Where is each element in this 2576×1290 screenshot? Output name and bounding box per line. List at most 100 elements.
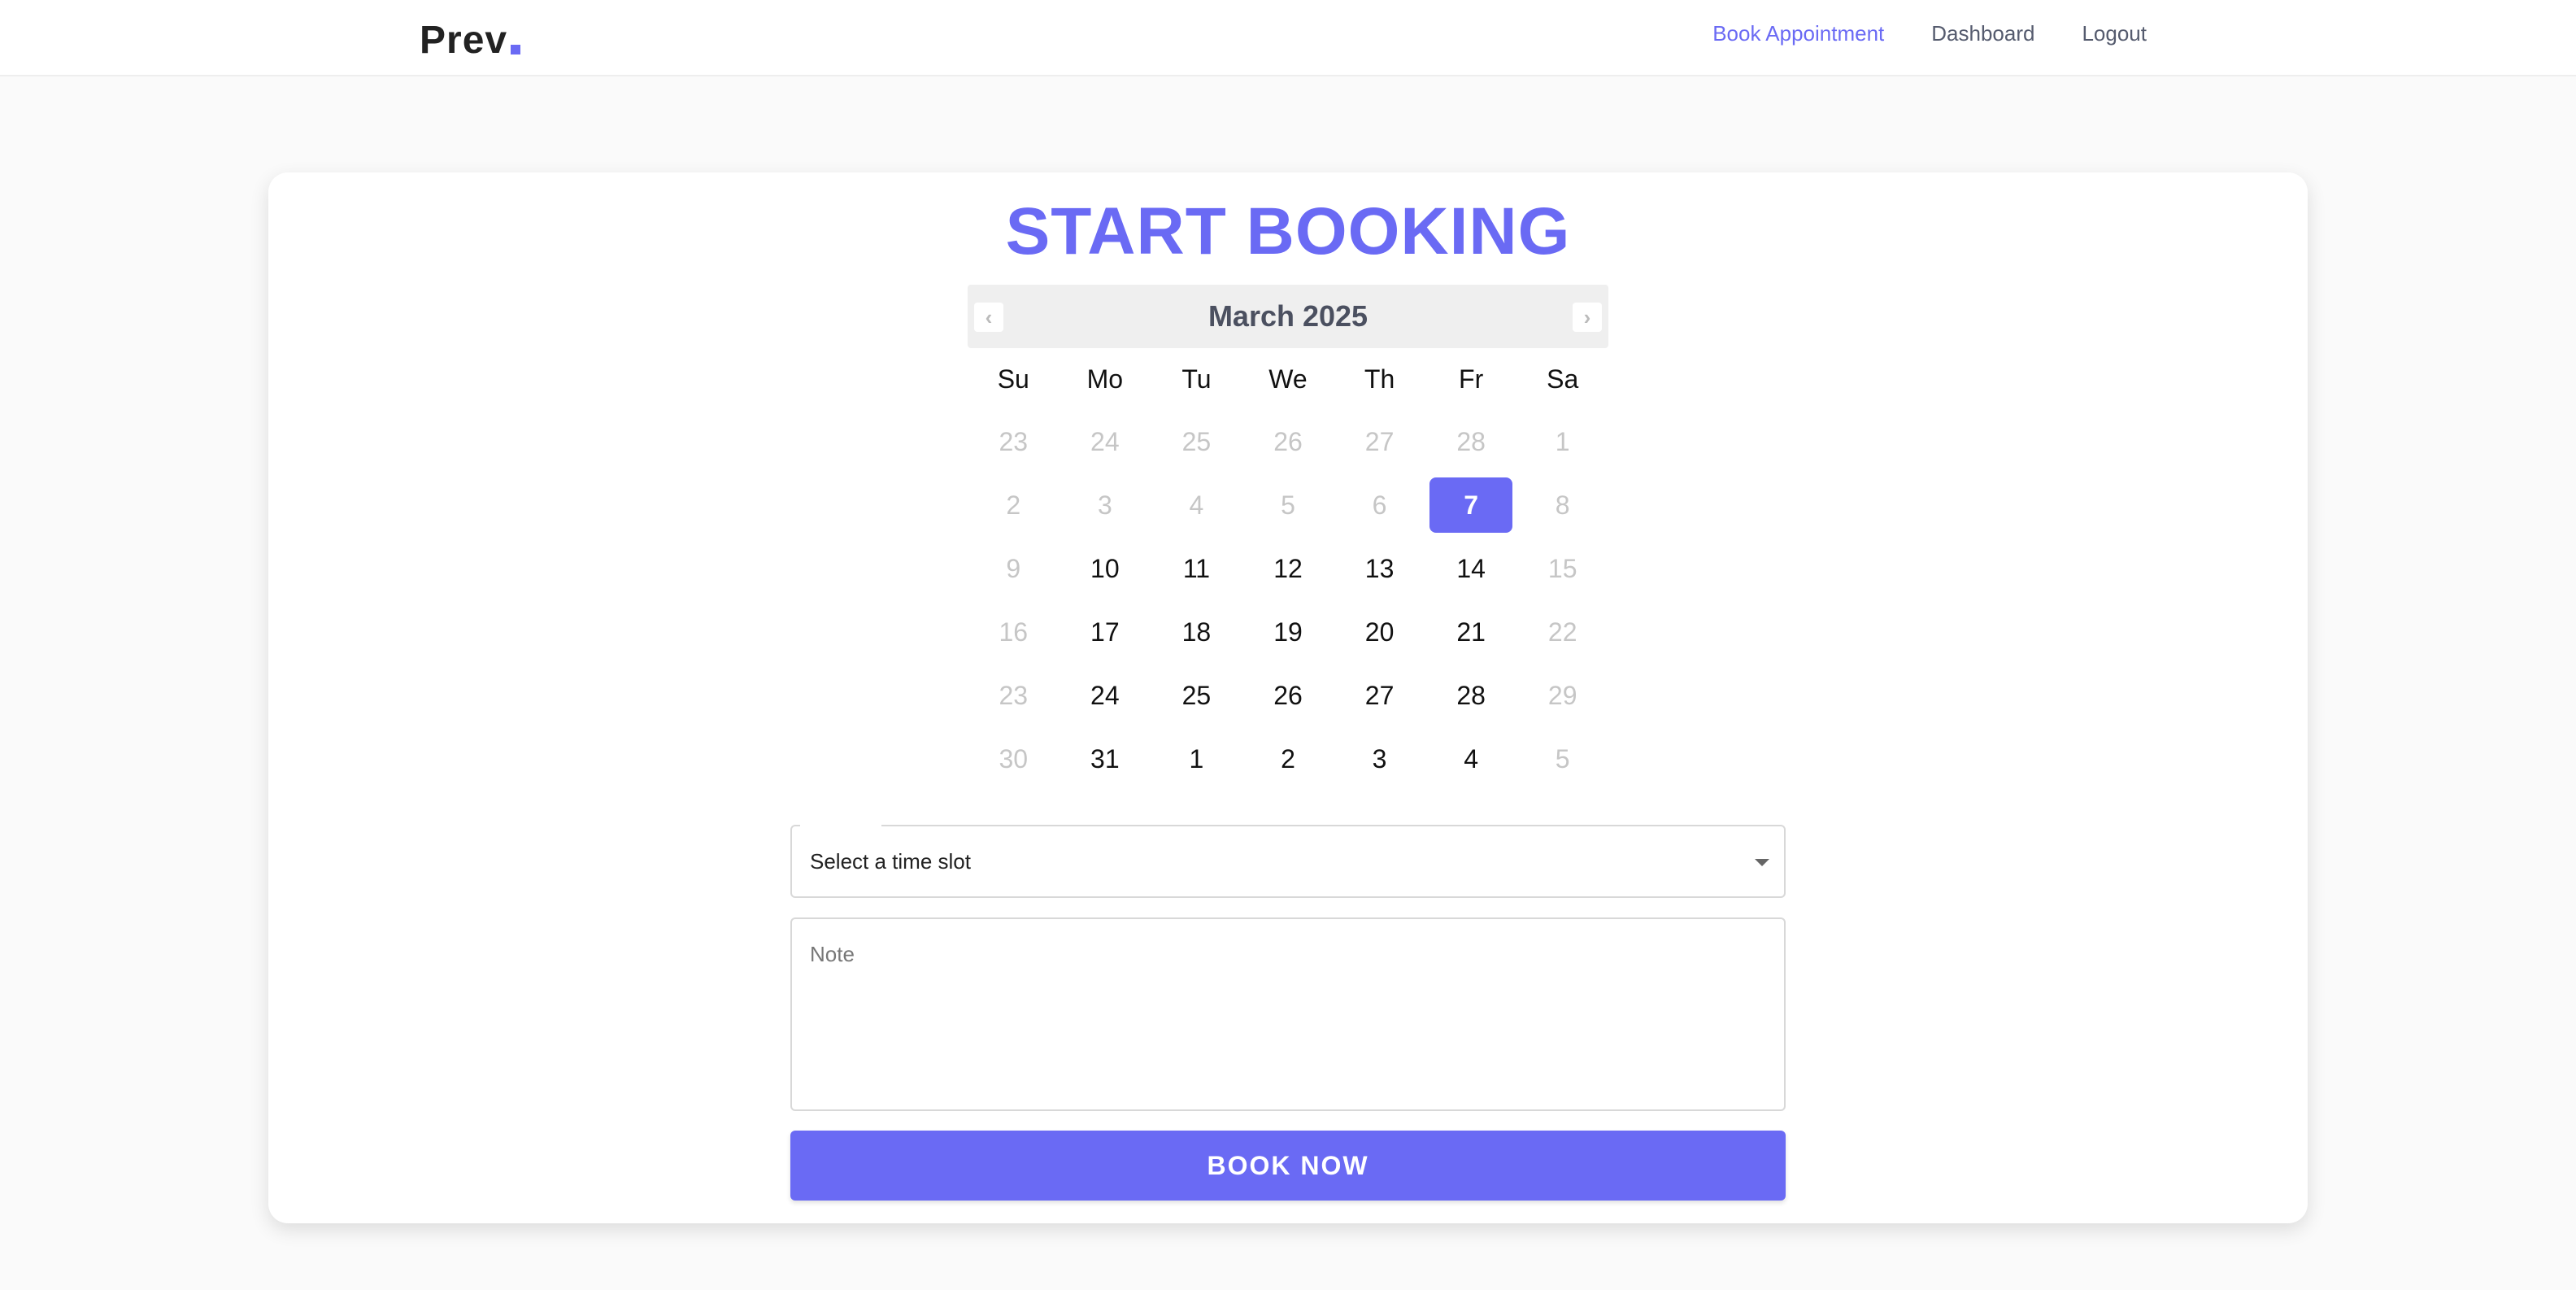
calendar-day[interactable]: 4	[1425, 727, 1517, 791]
calendar-day-number: 18	[1181, 617, 1212, 647]
calendar-day-number: 15	[1547, 553, 1577, 583]
calendar-day-number: 22	[1547, 617, 1577, 647]
weekday-label: Fr	[1459, 364, 1484, 394]
brand-name[interactable]: Prev	[420, 18, 507, 63]
calendar-day: 5	[1516, 727, 1608, 791]
weekday-label: Th	[1364, 364, 1395, 394]
weekday-label: We	[1268, 364, 1308, 394]
calendar-month-label: March 2025	[1208, 299, 1368, 333]
calendar-day-number: 14	[1456, 553, 1486, 583]
note-textarea[interactable]: Note	[790, 917, 1786, 1111]
calendar-day-number: 26	[1273, 426, 1303, 456]
calendar-day-number: 3	[1097, 490, 1112, 520]
calendar-day: 5	[1242, 473, 1334, 537]
calendar-day: 3	[1060, 473, 1151, 537]
note-placeholder: Note	[810, 942, 855, 966]
calendar-day-number: 10	[1090, 553, 1120, 583]
nav-dashboard[interactable]: Dashboard	[1931, 21, 2034, 46]
calendar-day-number: 24	[1090, 680, 1120, 710]
calendar-day: 1	[1516, 410, 1608, 473]
brand-logo[interactable]: Prev	[420, 18, 521, 63]
calendar-day[interactable]: 25	[1151, 664, 1242, 727]
calendar-day-number: 2	[1006, 490, 1021, 520]
calendar-day-number: 5	[1281, 490, 1295, 520]
calendar-day-number: 3	[1372, 743, 1387, 774]
calendar-day[interactable]: 3	[1334, 727, 1425, 791]
calendar-day[interactable]: 2	[1242, 727, 1334, 791]
calendar-day: 2	[968, 473, 1060, 537]
calendar-day: 23	[968, 664, 1060, 727]
weekday-label: Su	[997, 364, 1029, 394]
calendar-day[interactable]: 21	[1425, 600, 1517, 664]
calendar-day: 9	[968, 537, 1060, 600]
day-grid: 23 24 25 26 27 28 1 2 3 4 5 6 7 8 9 10 11 12 13 14 15 16 17 18 1…	[968, 410, 1608, 791]
calendar-day-number: 31	[1090, 743, 1120, 774]
calendar-day: 30	[968, 727, 1060, 791]
weekday-row: Su Mo Tu We Th Fr Sa	[968, 348, 1608, 410]
calendar-day-selected[interactable]: 7	[1425, 473, 1517, 537]
calendar-day-number: 13	[1364, 553, 1395, 583]
calendar-day-number: 17	[1090, 617, 1120, 647]
calendar-day: 27	[1334, 410, 1425, 473]
chevron-right-icon: ›	[1583, 304, 1591, 329]
calendar-day: 29	[1516, 664, 1608, 727]
calendar-day-number: 1	[1555, 426, 1570, 456]
prev-month-button[interactable]: ‹	[974, 303, 1003, 332]
caret-down-icon	[1755, 859, 1769, 866]
calendar-day[interactable]: 17	[1060, 600, 1151, 664]
calendar-day[interactable]: 11	[1151, 537, 1242, 600]
calendar-day-number: 25	[1181, 426, 1212, 456]
calendar-day[interactable]: 14	[1425, 537, 1517, 600]
calendar-day[interactable]: 31	[1060, 727, 1151, 791]
calendar-day-number: 21	[1456, 617, 1486, 647]
page-title: START BOOKING	[1005, 194, 1571, 268]
calendar-day: 6	[1334, 473, 1425, 537]
main-nav: Book Appointment Dashboard Logout	[1712, 21, 2147, 46]
calendar-day: 15	[1516, 537, 1608, 600]
calendar-day-number: 28	[1456, 680, 1486, 710]
book-now-button[interactable]: BOOK NOW	[790, 1131, 1786, 1201]
calendar-day-number: 29	[1547, 680, 1577, 710]
calendar-day-number: 16	[999, 617, 1029, 647]
calendar-day: 4	[1151, 473, 1242, 537]
calendar-day: 28	[1425, 410, 1517, 473]
calendar-day[interactable]: 13	[1334, 537, 1425, 600]
time-slot-select[interactable]: Select a time slot	[790, 823, 1786, 898]
calendar-day[interactable]: 24	[1060, 664, 1151, 727]
calendar-day[interactable]: 20	[1334, 600, 1425, 664]
calendar-day: 26	[1242, 410, 1334, 473]
calendar-day-number: 26	[1273, 680, 1303, 710]
calendar-day: 24	[1060, 410, 1151, 473]
weekday-label: Mo	[1086, 364, 1124, 394]
calendar-day-number: 12	[1273, 553, 1303, 583]
brand-dot-icon	[511, 45, 521, 54]
calendar-day-number: 4	[1464, 743, 1479, 774]
calendar-day[interactable]: 27	[1334, 664, 1425, 727]
weekday-label: Tu	[1181, 364, 1212, 394]
calendar-day-number: 2	[1281, 743, 1295, 774]
date-picker-calendar: ‹ March 2025 › Su Mo Tu We Th Fr Sa 23 24 25 26 27…	[968, 285, 1608, 791]
next-month-button[interactable]: ›	[1573, 303, 1602, 332]
calendar-day[interactable]: 10	[1060, 537, 1151, 600]
calendar-day-number: 23	[999, 680, 1029, 710]
calendar-day-number: 24	[1090, 426, 1120, 456]
calendar-day-number: 19	[1273, 617, 1303, 647]
calendar-day[interactable]: 19	[1242, 600, 1334, 664]
calendar-day: 22	[1516, 600, 1608, 664]
calendar-day-number: 9	[1006, 553, 1021, 583]
calendar-day-number: 25	[1181, 680, 1212, 710]
calendar-day: 25	[1151, 410, 1242, 473]
calendar-day[interactable]: 12	[1242, 537, 1334, 600]
calendar-day-number: 7	[1429, 477, 1513, 533]
calendar-day[interactable]: 1	[1151, 727, 1242, 791]
nav-logout[interactable]: Logout	[2082, 21, 2147, 46]
calendar-day-number: 5	[1555, 743, 1570, 774]
calendar-day[interactable]: 28	[1425, 664, 1517, 727]
calendar-day-number: 8	[1555, 490, 1570, 520]
nav-book-appointment[interactable]: Book Appointment	[1712, 21, 1884, 46]
top-navbar: Prev Book Appointment Dashboard Logout	[0, 0, 2576, 76]
calendar-day-number: 28	[1456, 426, 1486, 456]
calendar-day[interactable]: 18	[1151, 600, 1242, 664]
calendar-day: 8	[1516, 473, 1608, 537]
calendar-day[interactable]: 26	[1242, 664, 1334, 727]
